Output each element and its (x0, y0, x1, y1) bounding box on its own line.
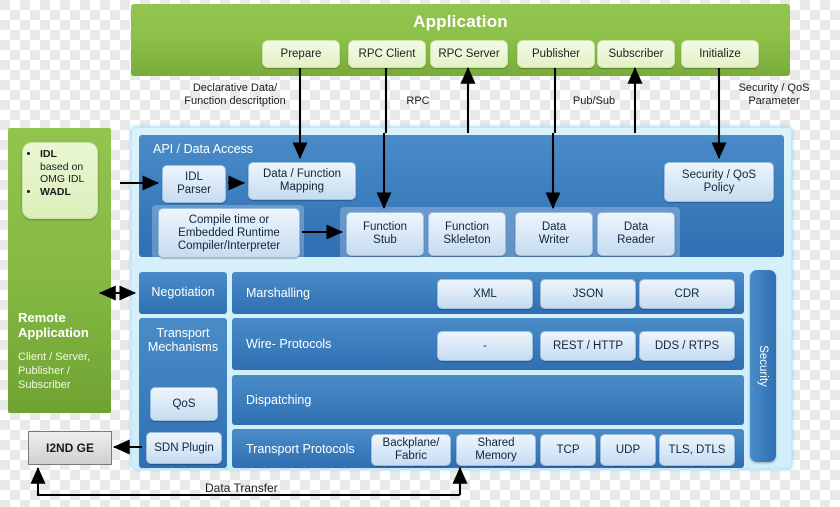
app-button-rpc-client[interactable]: RPC Client (348, 40, 426, 68)
api-box-function-stub[interactable]: Function Stub (346, 212, 424, 256)
connector-label-0: Declarative Data/ Function descritption (184, 82, 286, 107)
api-box-function-skleleton[interactable]: Function Skleleton (428, 212, 506, 256)
remote-application-panel: IDLbased on OMG IDLWADL Remote Applicati… (8, 128, 111, 413)
api-box-idl-parser[interactable]: IDL Parser (162, 165, 226, 203)
i2nd-ge-box: I2ND GE (28, 431, 112, 465)
idl-list: IDLbased on OMG IDLWADL (29, 148, 93, 198)
chip-cdr[interactable]: CDR (639, 279, 735, 309)
left-col-negotiation[interactable]: Negotiation (139, 272, 227, 314)
idl-list-item: IDLbased on OMG IDL (40, 148, 93, 186)
app-button-subscriber[interactable]: Subscriber (597, 40, 675, 68)
chip-shared-memory[interactable]: Shared Memory (456, 434, 536, 466)
row-marshalling-label: Marshalling (246, 286, 310, 300)
api-box-data-writer[interactable]: Data Writer (515, 212, 593, 256)
remote-application-title: Remote Application (18, 310, 89, 340)
chip-[interactable]: - (437, 331, 533, 361)
chip-rest-http[interactable]: REST / HTTP (540, 331, 636, 361)
left-col-transport-mechanisms-label: Transport Mechanisms (147, 326, 219, 354)
left-col-negotiation-label: Negotiation (151, 285, 215, 299)
chip-xml[interactable]: XML (437, 279, 533, 309)
app-button-rpc-server[interactable]: RPC Server (430, 40, 508, 68)
row-transport-protocols-label: Transport Protocols (246, 441, 355, 456)
security-bar-label: Security (757, 345, 769, 387)
idl-item-desc: based on OMG IDL (40, 160, 85, 186)
app-button-publisher[interactable]: Publisher (517, 40, 595, 68)
app-button-prepare[interactable]: Prepare (262, 40, 340, 68)
left-col-sdn-plugin[interactable]: SDN Plugin (146, 432, 222, 464)
api-box-compile-time-or-embedded-runtime-compiler-interpreter[interactable]: Compile time or Embedded Runtime Compile… (158, 208, 300, 258)
idl-list-item: WADL (40, 186, 93, 199)
remote-application-subtitle: Client / Server, Publisher / Subscriber (18, 351, 91, 391)
api-box-security-qos-policy[interactable]: Security / QoS Policy (664, 162, 774, 202)
chip-tcp[interactable]: TCP (540, 434, 596, 466)
idl-box: IDLbased on OMG IDLWADL (22, 142, 98, 219)
diagram-canvas: Application Prepare RPC Client RPC Server P… (0, 0, 840, 507)
api-box-data-reader[interactable]: Data Reader (597, 212, 675, 256)
api-box-data-function-mapping[interactable]: Data / Function Mapping (248, 162, 356, 200)
connector-label-3: Security / QoS Parameter (738, 82, 810, 107)
connector-label-2: Pub/Sub (572, 95, 616, 107)
left-col-qos[interactable]: QoS (150, 387, 218, 421)
row-wire-protocols-label: Wire- Protocols (246, 337, 332, 351)
chip-tls-dtls[interactable]: TLS, DTLS (659, 434, 735, 466)
idl-item-name: IDL (40, 148, 57, 160)
chip-udp[interactable]: UDP (600, 434, 656, 466)
api-data-access-title: API / Data Access (153, 142, 254, 156)
chip-dds-rtps[interactable]: DDS / RTPS (639, 331, 735, 361)
app-button-initialize[interactable]: Initialize (681, 40, 759, 68)
chip-json[interactable]: JSON (540, 279, 636, 309)
security-bar: Security (750, 270, 776, 462)
chip-backplane-fabric[interactable]: Backplane/ Fabric (371, 434, 451, 466)
page-title: Application (413, 12, 508, 31)
row-dispatching-label: Dispatching (246, 393, 312, 407)
data-transfer-label: Data Transfer (205, 481, 278, 495)
idl-item-name: WADL (40, 185, 71, 198)
connector-label-1: RPC (406, 95, 430, 107)
